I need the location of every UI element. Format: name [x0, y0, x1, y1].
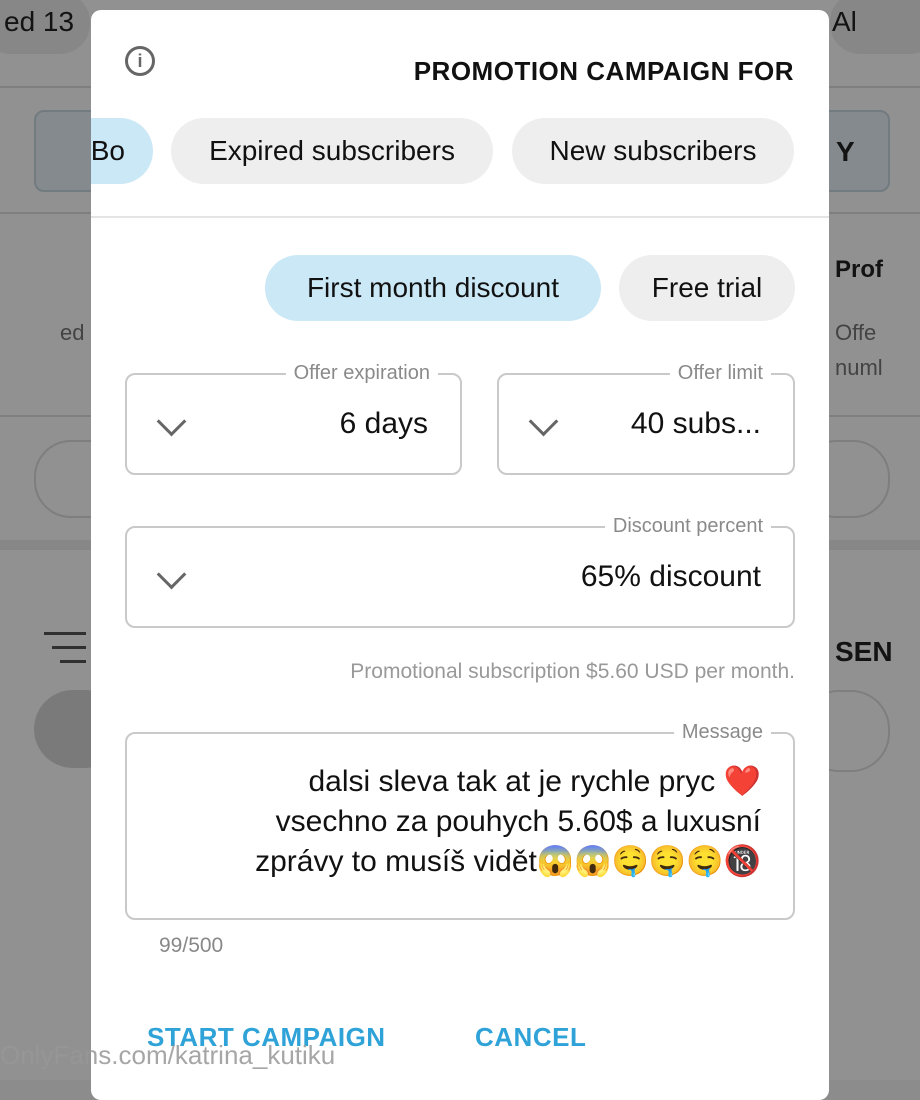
offer-expiration-label: Offer expiration [285, 361, 438, 385]
message-line: dalsi sleva tak at je rychle pryc ❤️ [308, 765, 761, 798]
discount-percent-value: 65% discount [580, 560, 761, 593]
info-icon[interactable]: i [125, 46, 155, 76]
message-line: zprávy to musíš vidět😱😱🤤🤤🤤🔞 [255, 845, 761, 878]
offer-type-first-month-discount[interactable]: First month discount [265, 255, 601, 321]
promo-helper-text: Promotional subscription $5.60 USD per m… [350, 660, 795, 683]
watermark: OnlyFans.com/katrina_kutiku [0, 1040, 336, 1070]
offer-limit-label: Offer limit [669, 361, 771, 385]
chevron-down-icon [156, 406, 187, 437]
tab-new-subscribers[interactable]: New subscribers [512, 118, 794, 184]
promotion-campaign-modal: i PROMOTION CAMPAIGN FOR New subscribers… [91, 10, 829, 1100]
chevron-down-icon [156, 559, 187, 590]
offer-expiration-select[interactable]: Offer expiration 6 days [125, 361, 462, 475]
modal-title: PROMOTION CAMPAIGN FOR [413, 56, 794, 86]
message-text: dalsi sleva tak at je rychle pryc ❤️ vse… [255, 762, 761, 882]
message-label: Message [673, 720, 771, 744]
cancel-button[interactable]: CANCEL [475, 1022, 586, 1053]
discount-percent-label: Discount percent [604, 514, 771, 538]
offer-limit-value: 40 subs... [630, 407, 761, 440]
tabs-divider [91, 216, 829, 218]
chevron-down-icon [528, 406, 559, 437]
discount-percent-select[interactable]: Discount percent 65% discount [125, 514, 795, 628]
audience-tabs: New subscribers Expired subscribers Bo [91, 118, 829, 198]
message-textarea[interactable]: Message dalsi sleva tak at je rychle pry… [125, 720, 795, 920]
offer-expiration-value: 6 days [339, 407, 428, 440]
tab-expired-subscribers[interactable]: Expired subscribers [171, 118, 493, 184]
message-char-counter: 99/500 [159, 934, 224, 957]
message-line: vsechno za pouhych 5.60$ a luxusní [275, 805, 761, 838]
offer-limit-select[interactable]: Offer limit 40 subs... [497, 361, 795, 475]
offer-type-free-trial[interactable]: Free trial [619, 255, 795, 321]
tab-both[interactable]: Bo [91, 118, 153, 184]
